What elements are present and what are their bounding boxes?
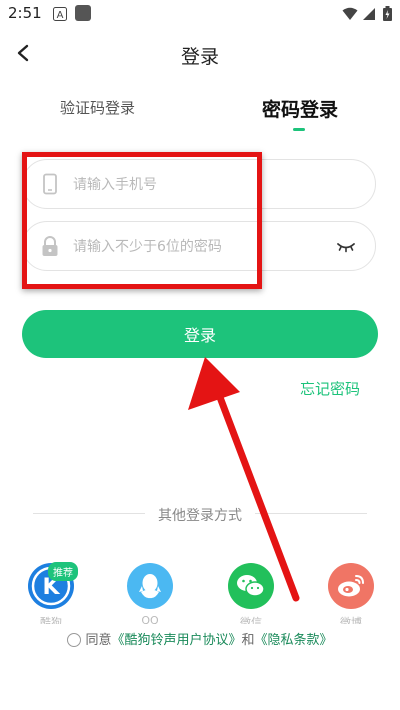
forgot-password-link[interactable]: 忘记密码 — [300, 378, 360, 399]
annotation-highlight-box — [22, 152, 262, 289]
agreement-and: 和 — [241, 633, 255, 648]
qq-login-label: QQ — [141, 614, 159, 624]
eye-closed-icon — [337, 243, 355, 253]
tab-password-login[interactable]: 密码登录 — [262, 95, 338, 122]
signal-icon — [362, 6, 376, 20]
agree-checkbox[interactable] — [67, 633, 82, 647]
agreement-row: 同意《酷狗铃声用户协议》和《隐私条款》 — [0, 629, 400, 648]
wifi-icon — [342, 6, 358, 20]
login-button[interactable]: 登录 — [22, 310, 378, 358]
battery-icon — [383, 6, 392, 21]
agreement-prefix: 同意 — [85, 633, 112, 648]
weibo-login-button[interactable] — [328, 563, 374, 609]
privacy-policy-link[interactable]: 《隐私条款》 — [255, 633, 333, 648]
page-title: 登录 — [180, 46, 219, 68]
user-agreement-link[interactable]: 《酷狗铃声用户协议》 — [111, 633, 241, 648]
wechat-icon — [237, 575, 265, 597]
recommend-badge: 推荐 — [48, 562, 78, 581]
weibo-icon — [338, 575, 364, 597]
wechat-login-button[interactable] — [228, 563, 274, 609]
svg-text:A: A — [57, 10, 64, 21]
tab-sms-login[interactable]: 验证码登录 — [60, 97, 135, 118]
notification-square-icon — [75, 5, 91, 21]
kugou-login-label: 酷狗 — [40, 616, 62, 624]
qq-login-button[interactable] — [127, 563, 173, 609]
notification-a-icon: A — [53, 6, 67, 21]
qq-icon — [139, 574, 161, 599]
wechat-login-label: 微信 — [240, 616, 262, 624]
toggle-password-visibility[interactable] — [335, 236, 357, 256]
status-time: 2:51 — [8, 4, 42, 22]
tab-active-indicator — [293, 128, 305, 131]
other-login-title: 其他登录方式 — [158, 508, 242, 524]
weibo-login-label: 微博 — [340, 616, 362, 624]
